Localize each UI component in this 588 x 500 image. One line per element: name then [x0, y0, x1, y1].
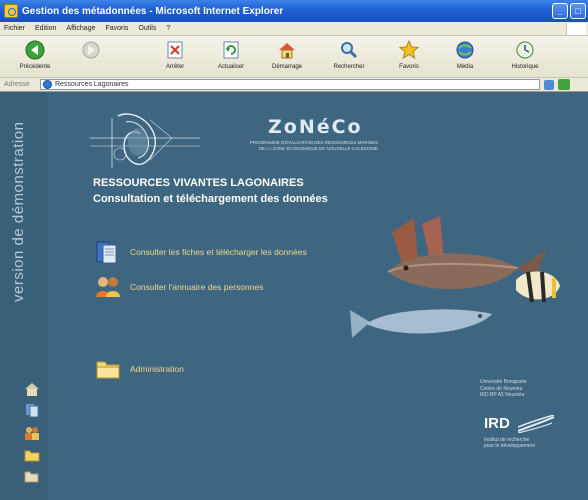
page-title: RESSOURCES VIVANTES LAGONAIRES: [93, 177, 304, 189]
ird-logo-text: IRD: [484, 414, 510, 432]
window-controls: _ □: [552, 3, 586, 19]
directory-link-label[interactable]: Consulter l'annuaire des personnes: [130, 282, 263, 292]
ie-app-icon: [4, 4, 18, 18]
brand-subtitle-line: DE LA ZONE ÉCONOMIQUE DE NOUVELLE-CALÉDO…: [258, 146, 378, 151]
home-label: Démarrage: [271, 64, 302, 70]
minimize-button[interactable]: _: [552, 3, 568, 19]
menu-file[interactable]: Fichier: [4, 25, 25, 32]
refresh-label: Actualiser: [217, 64, 245, 70]
ird-address: Université Bonaparte Centre de Nouméa IR…: [480, 379, 580, 399]
home-icon[interactable]: [24, 382, 40, 396]
ird-address-line: IRD BP A5 Nouméa: [480, 392, 525, 398]
forward-button[interactable]: [62, 38, 120, 76]
search-icon: [341, 42, 358, 59]
folder-icon[interactable]: [24, 448, 40, 462]
menu-favorites[interactable]: Favoris: [105, 25, 128, 32]
menu-tools[interactable]: Outils: [138, 25, 156, 32]
zoneco-logo-icon: [90, 113, 200, 168]
menu-view[interactable]: Affichage: [66, 25, 95, 32]
history-icon: [516, 41, 534, 59]
folder-open-icon[interactable]: [24, 469, 40, 483]
people-icon: [96, 277, 120, 297]
administration-link[interactable]: Administration: [94, 355, 184, 383]
back-arrow-icon: [25, 40, 45, 60]
address-label: Adresse: [4, 81, 30, 88]
history-label: Historique: [511, 64, 539, 70]
people-icon[interactable]: [24, 426, 40, 440]
back-label: Précédente: [19, 64, 51, 70]
favorites-label: Favoris: [399, 64, 419, 70]
consult-data-link[interactable]: Consulter les fiches et télécharger les …: [94, 238, 307, 266]
forward-arrow-icon: [82, 41, 100, 59]
go-icon[interactable]: [558, 79, 570, 90]
consult-data-link-label[interactable]: Consulter les fiches et télécharger les …: [130, 247, 307, 257]
menu-help[interactable]: ?: [166, 25, 170, 32]
documents-icon: [96, 241, 117, 264]
windows-logo-icon: [566, 23, 586, 35]
demo-version-label: version de démonstration: [10, 121, 27, 302]
home-button[interactable]: Démarrage: [258, 38, 316, 76]
media-button[interactable]: Média: [436, 38, 494, 76]
back-button[interactable]: Précédente: [6, 38, 64, 76]
media-icon: [456, 41, 474, 59]
stop-label: Arrêter: [165, 64, 185, 70]
address-bar: Adresse Ressources Lagonaires: [0, 78, 588, 92]
page-icon: [43, 80, 52, 89]
favorites-button[interactable]: Favoris: [380, 38, 438, 76]
fish-illustration-icon: [350, 216, 560, 338]
page-subtitle: Consultation et téléchargement des donné…: [93, 193, 328, 205]
maximize-button[interactable]: □: [570, 3, 586, 19]
ird-block: Université Bonaparte Centre de Nouméa IR…: [480, 379, 580, 450]
administration-link-label[interactable]: Administration: [130, 364, 184, 374]
menu-edit[interactable]: Edition: [35, 25, 56, 32]
history-button[interactable]: Historique: [496, 38, 554, 76]
refresh-button[interactable]: Actualiser: [202, 38, 260, 76]
brand-subtitle: PROGRAMME D'ÉVALUATION DES RESSOURCES MA…: [208, 140, 378, 152]
address-value: Ressources Lagonaires: [55, 81, 129, 88]
star-icon: [399, 40, 419, 60]
ird-caption-line: pour le développement: [484, 443, 535, 449]
dropdown-icon[interactable]: [544, 79, 554, 90]
menu-bar: Fichier Edition Affichage Favoris Outils…: [0, 22, 588, 36]
refresh-icon: [223, 41, 239, 59]
brand-name: ZoNéCo: [268, 116, 363, 138]
window-title: Gestion des métadonnées - Microsoft Inte…: [22, 5, 284, 17]
ird-wave-icon: [518, 414, 554, 433]
window-titlebar: Gestion des métadonnées - Microsoft Inte…: [0, 0, 588, 22]
search-label: Rechercher: [333, 64, 365, 70]
home-icon: [279, 43, 295, 59]
address-input[interactable]: Ressources Lagonaires: [40, 79, 540, 90]
stop-icon: [167, 41, 183, 59]
toolbar: Précédente Arrêter Actualiser Démarrage: [0, 36, 588, 78]
ird-caption: Institut de recherche pour le développem…: [480, 437, 580, 450]
folder-icon: [96, 361, 120, 379]
directory-link[interactable]: Consulter l'annuaire des personnes: [94, 273, 263, 301]
media-label: Média: [456, 64, 474, 70]
stop-button[interactable]: Arrêter: [146, 38, 204, 76]
search-button[interactable]: Rechercher: [320, 38, 378, 76]
ird-logo[interactable]: IRD: [480, 413, 558, 435]
page-content: version de démonstration ZoNéCo PROGRAMM…: [0, 92, 588, 500]
documents-icon[interactable]: [24, 403, 40, 417]
